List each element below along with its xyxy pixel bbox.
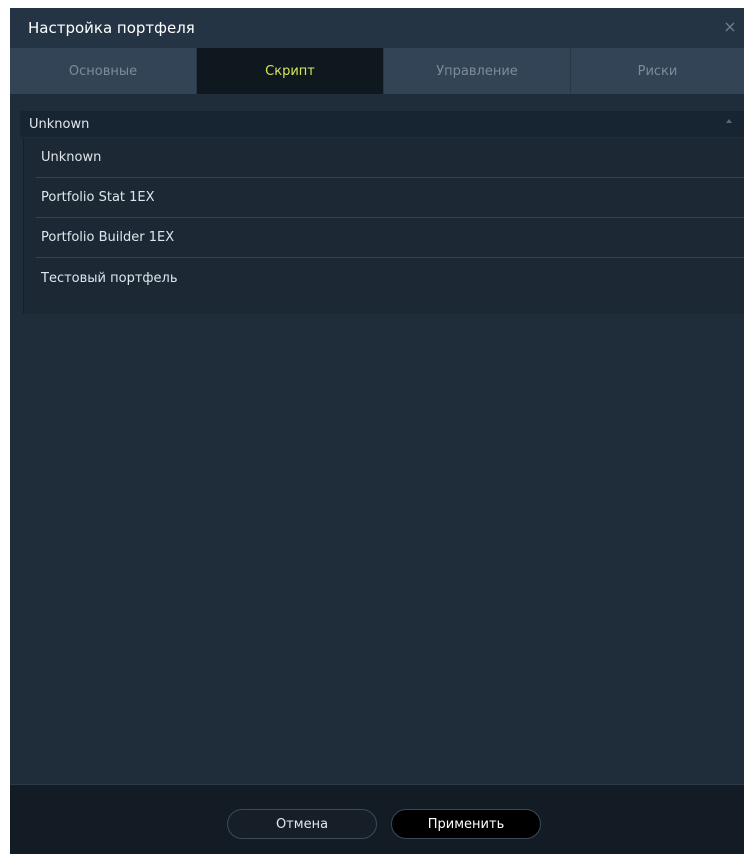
dropdown-option-portfolio-builder[interactable]: Portfolio Builder 1EX	[36, 218, 744, 258]
script-select[interactable]: Unknown	[20, 111, 744, 137]
script-select-value: Unknown	[29, 116, 90, 132]
portfolio-settings-dialog: Настройка портфеля × Основные Скрипт Упр…	[10, 8, 744, 854]
title-bar: Настройка портфеля ×	[10, 8, 744, 48]
tab-script[interactable]: Скрипт	[197, 48, 384, 94]
script-dropdown-list: Unknown Portfolio Stat 1EX Portfolio Bui…	[23, 138, 744, 314]
tab-general[interactable]: Основные	[10, 48, 197, 94]
dialog-title: Настройка портфеля	[28, 19, 195, 37]
close-icon[interactable]: ×	[722, 17, 738, 37]
dropdown-option-portfolio-stat[interactable]: Portfolio Stat 1EX	[36, 178, 744, 218]
tab-bar: Основные Скрипт Управление Риски	[10, 48, 744, 94]
apply-button[interactable]: Применить	[391, 809, 541, 839]
tab-risks[interactable]: Риски	[571, 48, 744, 94]
dropdown-option-test-portfolio[interactable]: Тестовый портфель	[36, 258, 744, 298]
cancel-button[interactable]: Отмена	[227, 809, 377, 839]
dialog-footer: Отмена Применить	[10, 784, 744, 854]
dropdown-option-unknown[interactable]: Unknown	[36, 138, 744, 178]
tab-management[interactable]: Управление	[384, 48, 571, 94]
chevron-up-icon	[726, 119, 732, 123]
